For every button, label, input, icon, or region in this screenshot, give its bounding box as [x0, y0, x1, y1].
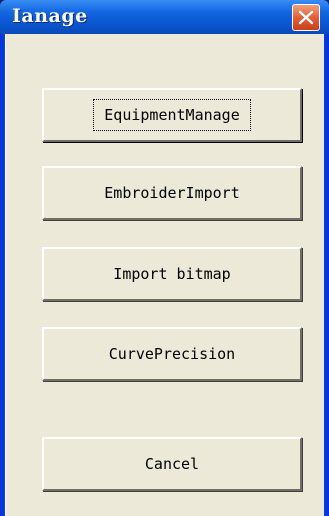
equipment-manage-label: EquipmentManage	[93, 99, 251, 131]
cancel-button[interactable]: Cancel	[42, 437, 302, 491]
curve-precision-label: CurvePrecision	[108, 345, 236, 363]
title-bar[interactable]: Ianage	[0, 0, 329, 34]
embroider-import-button[interactable]: EmbroiderImport	[42, 166, 302, 220]
manage-dialog: Ianage EquipmentManage EmbroiderImport I…	[0, 0, 329, 516]
curve-precision-button[interactable]: CurvePrecision	[42, 327, 302, 381]
close-button[interactable]	[292, 4, 320, 31]
equipment-manage-button[interactable]: EquipmentManage	[42, 88, 302, 142]
window-title: Ianage	[12, 5, 88, 27]
embroider-import-label: EmbroiderImport	[104, 184, 240, 202]
close-icon	[298, 10, 314, 25]
import-bitmap-label: Import bitmap	[113, 265, 231, 283]
cancel-label: Cancel	[144, 455, 200, 473]
import-bitmap-button[interactable]: Import bitmap	[42, 247, 302, 301]
